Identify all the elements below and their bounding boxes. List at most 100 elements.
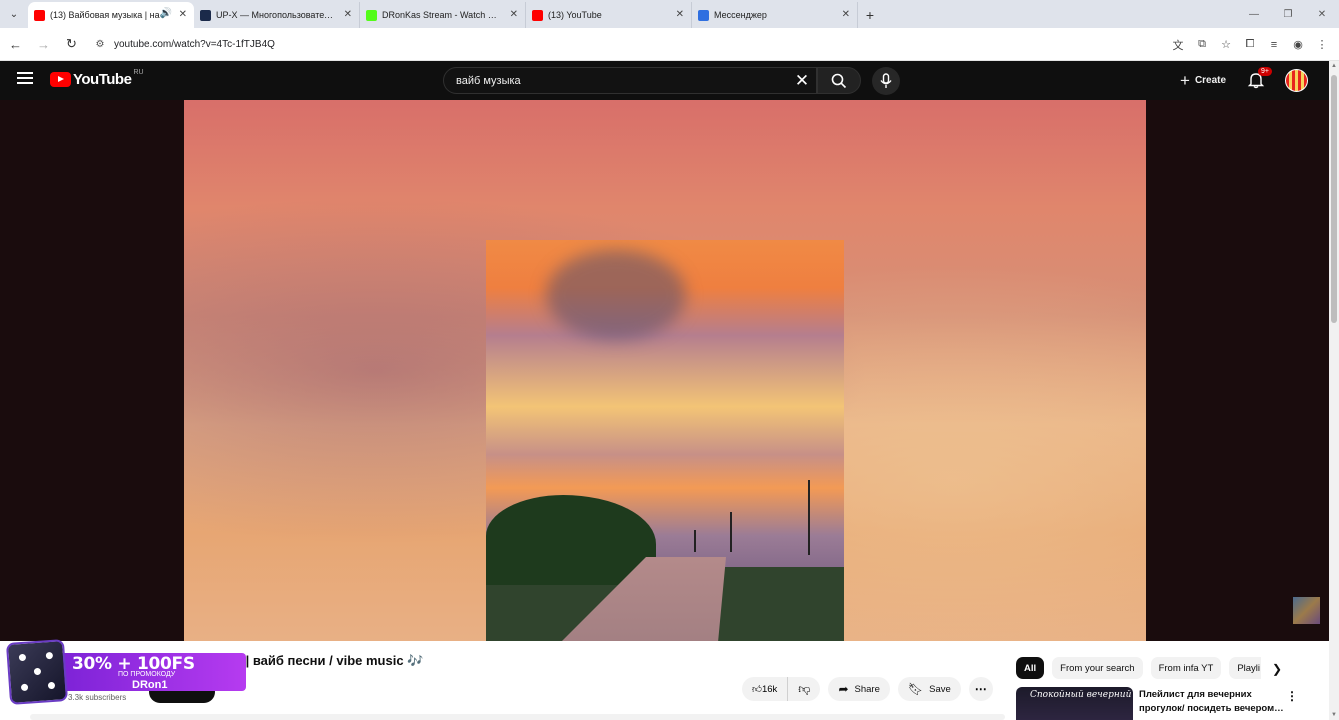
related-filter-chips: All From your search From infa YT Playli <box>1016 657 1261 679</box>
back-arrow-icon[interactable]: ← <box>3 32 28 57</box>
power-pole-shape <box>730 512 732 552</box>
search-input[interactable]: вайб музыка ✕ <box>443 67 817 94</box>
scroll-up-icon[interactable]: ▲ <box>1331 63 1337 69</box>
more-actions-icon[interactable]: ⋯ <box>968 677 993 701</box>
save-playlist-icon: 🔖︎ <box>907 682 924 696</box>
browser-toolbar: ← → ↻ ⚙ youtube.com/watch?v=4Tc-1fTJB4Q … <box>0 28 1339 61</box>
share-label: Share <box>854 683 880 695</box>
search-button[interactable] <box>817 67 861 94</box>
chip-all[interactable]: All <box>1016 657 1045 679</box>
close-window-icon[interactable]: ✕ <box>1305 0 1339 28</box>
power-pole-shape <box>694 530 696 552</box>
browser-menu-icon[interactable]: ⋮ <box>1311 32 1333 57</box>
restore-icon[interactable]: ❐ <box>1271 0 1305 28</box>
search-query-text: вайб музыка <box>456 74 521 87</box>
reload-icon[interactable]: ↻ <box>59 32 84 57</box>
search-icon <box>831 73 847 88</box>
promo-ad-overlay[interactable]: 30% + 100FS ПО ПРОМОКОДУ DRon1 <box>5 639 246 705</box>
chip-from-your-search[interactable]: From your search <box>1052 657 1143 679</box>
video-actions: 👍︎ 16k 👎︎ ➦ Share 🔖︎ Save ⋯ <box>742 677 993 701</box>
share-button[interactable]: ➦ Share <box>828 677 890 701</box>
power-pole-shape <box>808 480 810 555</box>
window-controls: — ❐ ✕ <box>1237 0 1339 28</box>
tab-messenger[interactable]: Мессенджер ✕ <box>692 2 858 28</box>
media-control-icon[interactable]: ≡ <box>1263 32 1285 57</box>
plus-icon: + <box>1180 70 1190 90</box>
tab-youtube-video[interactable]: (13) Вайбовая музыка | на 🔊 ✕ <box>28 2 194 28</box>
video-frame-sunset-road <box>486 240 844 641</box>
thumbs-down-icon: 👎︎ <box>798 681 811 696</box>
youtube-header: YouTube RU вайб музыка ✕ + Create 9+ <box>0 61 1329 100</box>
chip-from-channel[interactable]: From infa YT <box>1150 657 1222 679</box>
upx-favicon-icon <box>200 10 211 21</box>
new-tab-button[interactable]: + <box>858 2 882 28</box>
close-tab-icon[interactable]: ✕ <box>510 9 518 20</box>
close-tab-icon[interactable]: ✕ <box>179 9 187 20</box>
logo-text: YouTube <box>73 71 132 88</box>
minimize-icon[interactable]: — <box>1237 0 1271 28</box>
tab-youtube-home[interactable]: (13) YouTube ✕ <box>526 2 692 28</box>
promo-code: DRon1 <box>132 679 168 691</box>
youtube-favicon-icon <box>532 10 543 21</box>
url-text: youtube.com/watch?v=4Tc-1fTJB4Q <box>114 38 275 50</box>
country-code: RU <box>133 69 144 76</box>
cloud-shape <box>546 250 686 340</box>
description-box[interactable] <box>30 714 1005 720</box>
site-info-icon[interactable]: ⚙ <box>92 39 108 50</box>
youtube-favicon-icon <box>34 10 45 21</box>
channel-watermark-thumbnail[interactable] <box>1293 597 1320 624</box>
close-tab-icon[interactable]: ✕ <box>344 9 352 20</box>
forward-arrow-icon[interactable]: → <box>31 32 56 57</box>
like-button[interactable]: 👍︎ 16k <box>742 677 789 701</box>
save-button[interactable]: 🔖︎ Save <box>897 677 961 701</box>
kick-favicon-icon <box>366 10 377 21</box>
chevron-right-icon[interactable]: ❯ <box>1272 662 1282 676</box>
save-label: Save <box>929 683 951 695</box>
tab-label: DRonKas Stream - Watch Live o <box>382 10 501 20</box>
page-scrollbar[interactable]: ▲ ▼ <box>1329 61 1339 720</box>
dislike-button[interactable]: 👎︎ <box>788 677 820 701</box>
chip-playlists[interactable]: Playli <box>1229 657 1261 679</box>
tab-label: (13) Вайбовая музыка | на <box>50 10 160 20</box>
video-title: й | вайб песни / vibe music 🎶 <box>234 653 424 668</box>
create-button[interactable]: + Create <box>1170 67 1236 94</box>
promo-subline: ПО ПРОМОКОДУ <box>118 671 176 678</box>
recommendation-thumbnail[interactable]: Спокойный вечерний <box>1016 687 1133 720</box>
tab-label: (13) YouTube <box>548 10 602 20</box>
extensions-icon[interactable]: ⧠ <box>1239 32 1261 57</box>
bookmark-star-icon[interactable]: ☆ <box>1215 32 1237 57</box>
recommendation-menu-icon[interactable]: ⋮ <box>1286 689 1298 703</box>
tab-search-icon[interactable]: ⌄ <box>0 0 28 28</box>
youtube-play-icon <box>50 72 71 87</box>
recommendation-title[interactable]: Плейлист для вечерних прогулок/ посидеть… <box>1139 688 1285 716</box>
video-info-area: й | вайб песни / vibe music 🎶 3.3k subsc… <box>0 639 1329 720</box>
address-bar[interactable]: ⚙ youtube.com/watch?v=4Tc-1fTJB4Q <box>92 32 1152 56</box>
notification-count-badge: 9+ <box>1258 67 1272 76</box>
tab-kick-stream[interactable]: DRonKas Stream - Watch Live o ✕ <box>360 2 526 28</box>
speaker-icon[interactable]: 🔊 <box>160 8 172 19</box>
create-label: Create <box>1194 75 1227 86</box>
scrollbar-thumb[interactable] <box>1331 75 1337 323</box>
browser-tabstrip: ⌄ (13) Вайбовая музыка | на 🔊 ✕ UP-X — М… <box>0 0 1339 28</box>
cast-icon[interactable]: ⧉ <box>1191 32 1213 57</box>
toolbar-actions: 文 ⧉ ☆ ⧠ ≡ ◉ ⋮ <box>1167 32 1333 57</box>
menu-hamburger-icon[interactable] <box>17 72 33 86</box>
tab-label: UP-X — Многопользовательс <box>216 10 335 20</box>
like-dislike-group: 👍︎ 16k 👎︎ <box>742 677 821 701</box>
translate-icon[interactable]: 文 <box>1167 32 1189 57</box>
account-avatar[interactable] <box>1285 69 1308 92</box>
close-tab-icon[interactable]: ✕ <box>676 9 684 20</box>
voice-search-button[interactable] <box>872 67 900 95</box>
clear-search-icon[interactable]: ✕ <box>792 71 812 91</box>
profile-icon[interactable]: ◉ <box>1287 32 1309 57</box>
dice-icon <box>5 639 69 705</box>
video-player[interactable] <box>0 100 1329 641</box>
share-arrow-icon: ➦ <box>838 682 849 696</box>
close-tab-icon[interactable]: ✕ <box>842 9 850 20</box>
messenger-favicon-icon <box>698 10 709 21</box>
tab-upx[interactable]: UP-X — Многопользовательс ✕ <box>194 2 360 28</box>
thumbnail-text: Спокойный вечерний <box>1030 690 1132 700</box>
scroll-down-icon[interactable]: ▼ <box>1331 712 1337 718</box>
tab-label: Мессенджер <box>714 10 767 20</box>
youtube-logo[interactable]: YouTube RU <box>50 69 144 88</box>
